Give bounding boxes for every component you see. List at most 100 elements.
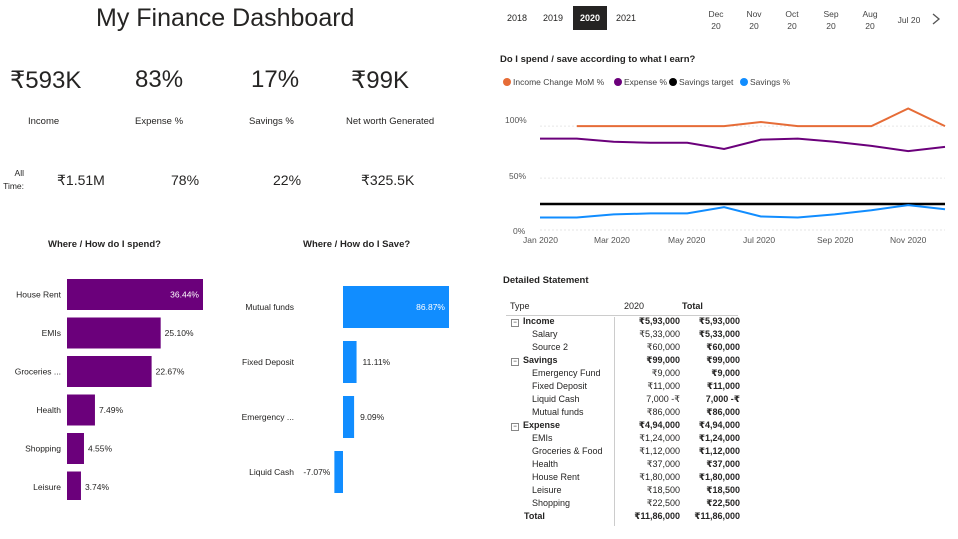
statement-2020-cell: ₹1,12,000: [639, 446, 680, 456]
statement-type-cell: Emergency Fund: [506, 367, 624, 380]
statement-total-cell: ₹1,80,000: [698, 472, 740, 482]
statement-row: EMIs ₹1,24,000 ₹1,24,000: [506, 432, 740, 445]
statement-2020-cell: ₹99,000: [646, 355, 680, 365]
statement-total-cell: ₹86,000: [706, 407, 740, 417]
month-aug-20[interactable]: Aug 20: [854, 8, 886, 32]
statement-2020-cell: ₹11,86,000: [634, 511, 680, 521]
statement-total-cell: ₹1,24,000: [698, 433, 740, 443]
statement-row: − Income ₹5,93,000 ₹5,93,000: [506, 315, 740, 328]
statement-type-label: EMIs: [532, 433, 553, 443]
statement-2020-cell: ₹5,93,000: [638, 316, 680, 326]
legend-savings: Savings %: [740, 77, 790, 87]
spend-chart-title: Where / How do I spend?: [48, 239, 161, 250]
statement-type-label: House Rent: [532, 472, 580, 482]
spend-bar-chart: House Rent 36.44% EMIs 25.10% Groceries ... 2…: [15, 279, 203, 500]
legend-dot-icon: [503, 78, 511, 86]
statement-type-cell: House Rent: [506, 471, 624, 484]
save-data-label: -7.07%: [303, 467, 330, 477]
spend-data-label: 22.67%: [156, 367, 185, 377]
statement-total-cell: ₹99,000: [706, 355, 740, 365]
save-category-label: Fixed Deposit: [242, 357, 295, 367]
statement-row: − Savings ₹99,000 ₹99,000: [506, 354, 740, 367]
statement-type-cell[interactable]: − Expense: [506, 419, 624, 432]
statement-total-cell: ₹4,94,000: [698, 420, 740, 430]
statement-total-cell: ₹5,33,000: [698, 329, 740, 339]
kpi-income-alltime: ₹1.51M: [57, 172, 105, 188]
statement-type-label: Emergency Fund: [532, 368, 601, 378]
kpi-expense-alltime: 78%: [171, 172, 200, 188]
statement-row: House Rent ₹1,80,000 ₹1,80,000: [506, 471, 740, 484]
kpi-expense-label: Expense %: [135, 116, 184, 127]
spend-bar: [67, 356, 152, 387]
year-2020-button[interactable]: 2020: [573, 6, 607, 30]
save-bar-chart: Mutual funds 86.87% Fixed Deposit 11.11% Eme…: [242, 286, 449, 493]
statement-2020-cell: ₹86,000: [646, 407, 680, 417]
month-jul-20[interactable]: Jul 20: [893, 14, 925, 26]
statement-total-cell: ₹5,93,000: [698, 316, 740, 326]
spend-bar: [67, 317, 161, 349]
statement-row: Leisure ₹18,500 ₹18,500: [506, 484, 740, 497]
statement-type-cell[interactable]: − Savings: [506, 354, 624, 367]
statement-row: Salary ₹5,33,000 ₹5,33,000: [506, 328, 740, 341]
statement-2020-cell: ₹18,500: [646, 485, 680, 495]
legend-expense: Expense %: [614, 77, 667, 87]
statement-total-cell: ₹11,86,000: [694, 511, 740, 521]
statement-type-cell: Source 2: [506, 341, 624, 354]
statement-2020-cell: ₹4,94,000: [638, 420, 680, 430]
collapse-icon[interactable]: −: [511, 319, 519, 327]
statement-type-label: Expense: [523, 420, 561, 430]
save-bar: [334, 451, 343, 493]
col-total-header[interactable]: Total: [682, 297, 740, 315]
x-tick-sep: Sep 2020: [817, 235, 854, 245]
save-data-label: 11.11%: [363, 357, 391, 367]
statement-2020-cell: ₹60,000: [646, 342, 680, 352]
save-bar: [343, 396, 355, 438]
statement-type-cell[interactable]: − Income: [506, 315, 624, 328]
line-chart-title: Do I spend / save according to what I ea…: [500, 54, 696, 65]
legend-dot-icon: [740, 78, 748, 86]
legend-dot-icon: [669, 78, 677, 86]
series-line: [576, 107, 946, 128]
year-2021-button[interactable]: 2021: [610, 6, 642, 30]
kpi-savings-value: 17%: [251, 66, 300, 93]
statement-total-cell: ₹22,500: [706, 498, 740, 508]
kpi-networth-label: Net worth Generated: [346, 116, 435, 127]
statement-type-cell: Fixed Deposit: [506, 380, 624, 393]
statement-type-label: Total: [524, 511, 545, 521]
statement-2020-cell: ₹9,000: [651, 368, 680, 378]
month-oct-20[interactable]: Oct 20: [776, 8, 808, 32]
statement-row: Source 2 ₹60,000 ₹60,000: [506, 341, 740, 354]
series-line: [540, 137, 946, 153]
year-2019-button[interactable]: 2019: [537, 6, 569, 30]
kpi-networth-alltime: ₹325.5K: [361, 172, 415, 188]
series-line: [540, 204, 946, 219]
year-2018-button[interactable]: 2018: [501, 6, 533, 30]
spend-data-label: 7.49%: [99, 405, 124, 415]
statement-total-cell: ₹60,000: [706, 342, 740, 352]
statement-row: Groceries & Food ₹1,12,000 ₹1,12,000: [506, 445, 740, 458]
spend-category-label: Health: [36, 405, 61, 415]
collapse-icon[interactable]: −: [511, 423, 519, 431]
legend-dot-icon: [614, 78, 622, 86]
spend-category-label: House Rent: [16, 290, 62, 300]
x-tick-nov: Nov 2020: [890, 235, 927, 245]
spend-category-label: Shopping: [25, 444, 61, 454]
month-dec-20[interactable]: Dec 20: [700, 8, 732, 32]
statement-title: Detailed Statement: [503, 275, 589, 286]
kpi-savings-alltime: 22%: [273, 172, 302, 188]
col-2020-header[interactable]: 2020: [624, 297, 682, 315]
chevron-right-icon[interactable]: [930, 12, 942, 26]
statement-total-cell: ₹9,000: [711, 368, 740, 378]
spend-bar: [67, 471, 81, 500]
month-nov-20[interactable]: Nov 20: [738, 8, 770, 32]
collapse-icon[interactable]: −: [511, 358, 519, 366]
month-sep-20[interactable]: Sep 20: [815, 8, 847, 32]
page-title: My Finance Dashboard: [96, 4, 355, 32]
statement-row: Liquid Cash 7,000 -₹ 7,000 -₹: [506, 393, 740, 406]
save-category-label: Mutual funds: [245, 302, 294, 312]
statement-type-cell: Groceries & Food: [506, 445, 624, 458]
spend-data-label: 4.55%: [88, 444, 113, 454]
col-type-header[interactable]: Type: [506, 297, 624, 315]
save-data-label: 86.87%: [416, 302, 445, 312]
statement-type-cell: Liquid Cash: [506, 393, 624, 406]
